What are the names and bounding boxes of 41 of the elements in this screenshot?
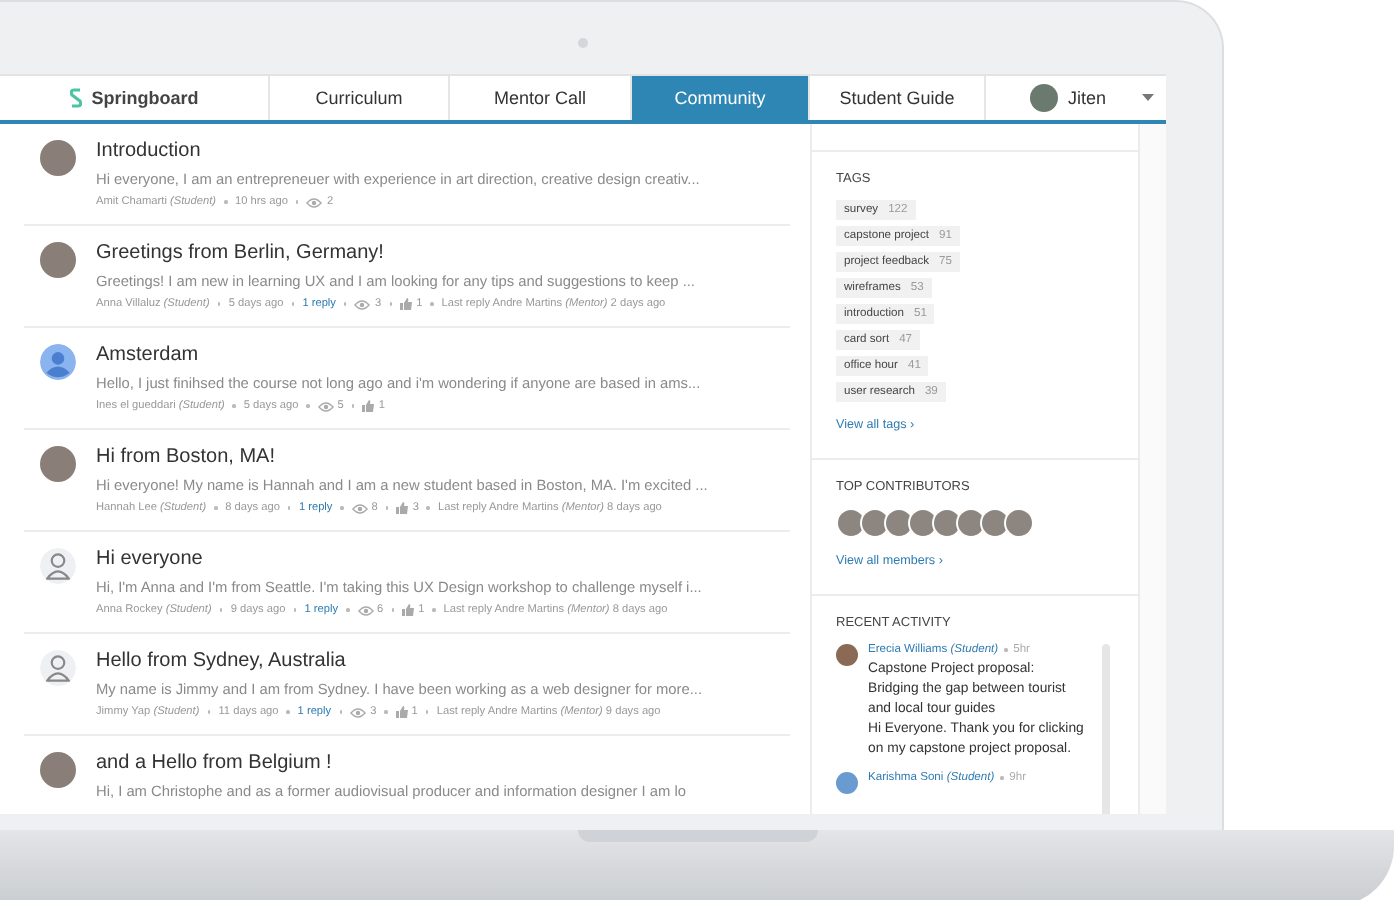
user-avatar-icon bbox=[40, 344, 76, 380]
post-title[interactable]: Hi everyone bbox=[96, 548, 702, 570]
avatar-photo bbox=[836, 644, 858, 666]
post-title[interactable]: Introduction bbox=[96, 140, 700, 162]
eye-icon bbox=[317, 401, 334, 411]
contributor-avatar[interactable] bbox=[932, 508, 962, 538]
thumbs-up-icon bbox=[400, 298, 413, 310]
user-avatar-icon bbox=[40, 650, 76, 686]
nav-tab[interactable]: Community bbox=[632, 76, 810, 120]
logo-icon bbox=[69, 88, 82, 108]
avatar-photo bbox=[40, 242, 76, 278]
caret-icon[interactable] bbox=[1142, 94, 1155, 102]
contributor-avatar[interactable] bbox=[884, 508, 914, 538]
contributor-avatar[interactable] bbox=[956, 508, 986, 538]
avatar-photo bbox=[40, 140, 76, 176]
contributor-avatar[interactable] bbox=[860, 508, 890, 538]
thumbs-up-icon bbox=[395, 706, 408, 718]
contributor-avatar[interactable] bbox=[980, 508, 1010, 538]
post-title[interactable]: Hello from Sydney, Australia bbox=[96, 650, 703, 672]
post-title[interactable]: and a Hello from Belgium ! bbox=[96, 752, 686, 774]
logo-text: Springboard bbox=[91, 88, 199, 108]
eye-icon bbox=[350, 707, 367, 717]
thumbs-up-icon bbox=[396, 502, 409, 514]
post-title[interactable]: Greetings from Berlin, Germany! bbox=[96, 242, 695, 264]
user-name[interactable]: Jiten bbox=[1068, 88, 1107, 108]
thumbs-up-icon bbox=[362, 400, 375, 412]
eye-icon bbox=[357, 605, 374, 615]
thumbs-up-icon bbox=[402, 604, 415, 616]
contributor-avatar[interactable] bbox=[836, 508, 866, 538]
user-avatar-icon bbox=[40, 548, 76, 584]
eye-icon bbox=[354, 299, 371, 309]
avatar-photo bbox=[40, 446, 76, 482]
post-title[interactable]: Amsterdam bbox=[96, 344, 701, 366]
contributor-avatar[interactable] bbox=[908, 508, 938, 538]
eye-icon bbox=[306, 197, 323, 207]
eye-icon bbox=[351, 503, 368, 513]
post-title[interactable]: Hi from Boston, MA! bbox=[96, 446, 708, 468]
avatar-photo bbox=[40, 752, 76, 788]
user-avatar[interactable] bbox=[1030, 84, 1058, 112]
avatar-photo bbox=[836, 772, 858, 794]
contributor-avatar[interactable] bbox=[1004, 508, 1034, 538]
